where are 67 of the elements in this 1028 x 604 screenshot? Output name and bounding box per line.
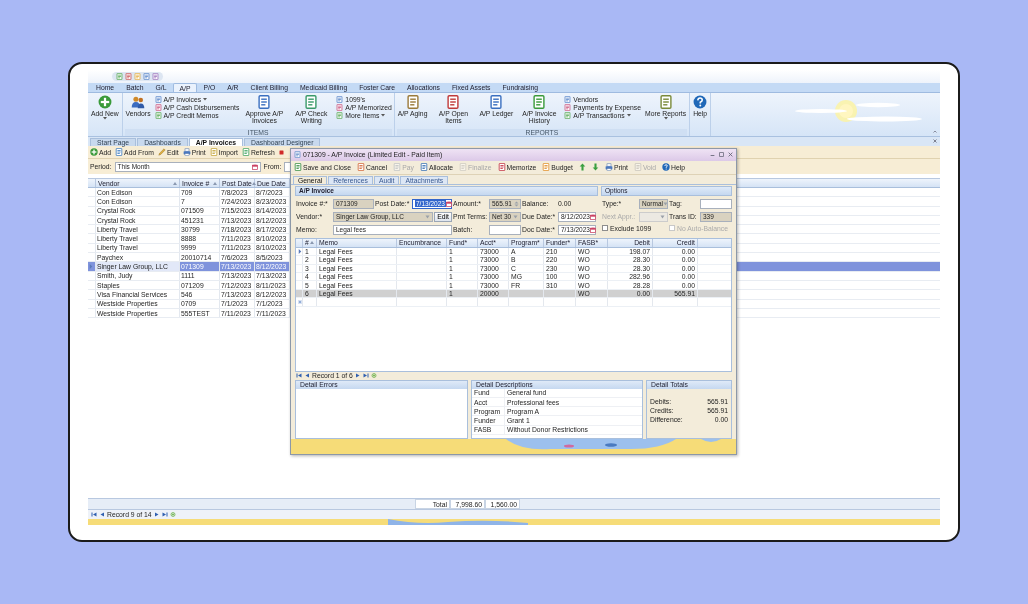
add-icon — [90, 148, 98, 156]
spin-icon[interactable] — [513, 200, 519, 207]
close-icon[interactable] — [933, 139, 937, 143]
sort-icon — [251, 181, 256, 185]
caret-icon — [626, 114, 631, 117]
pencil-icon — [157, 148, 166, 156]
input-field[interactable] — [700, 198, 732, 209]
document-icon — [658, 95, 673, 109]
document-icon — [633, 163, 642, 172]
printer-icon — [604, 163, 613, 172]
document-icon — [542, 163, 551, 172]
document-icon[interactable] — [152, 73, 159, 80]
document-icon — [257, 95, 272, 109]
checkbox[interactable] — [602, 225, 608, 232]
document-icon — [446, 95, 461, 109]
document-icon — [419, 163, 428, 172]
first-page-icon[interactable] — [296, 373, 302, 379]
down-arrow-icon[interactable] — [591, 163, 599, 172]
document-icon — [357, 163, 365, 172]
row-pointer-icon — [89, 264, 93, 269]
collapse-icon[interactable] — [933, 130, 937, 134]
document-icon — [294, 163, 302, 172]
document-icon — [294, 151, 301, 159]
dropdown-icon[interactable] — [513, 214, 518, 219]
caret-icon — [663, 117, 668, 121]
last-page-icon[interactable] — [161, 512, 168, 517]
document-icon — [489, 95, 504, 109]
calendar-icon[interactable] — [445, 200, 452, 207]
caret-icon — [381, 114, 386, 117]
calendar-icon[interactable] — [251, 163, 258, 170]
new-row-icon — [298, 299, 302, 304]
document-icon — [241, 148, 250, 156]
document-icon — [459, 163, 468, 172]
sort-icon — [310, 241, 314, 245]
document-icon[interactable] — [134, 73, 141, 80]
document-icon — [209, 148, 218, 156]
document-icon[interactable] — [125, 73, 132, 80]
calendar-icon[interactable] — [589, 213, 596, 220]
document-icon — [532, 95, 547, 109]
calendar-icon[interactable] — [589, 226, 596, 233]
row-pointer-icon — [298, 248, 302, 254]
minimize-icon[interactable] — [710, 152, 715, 158]
document-icon[interactable] — [116, 73, 123, 80]
next-icon[interactable] — [153, 512, 160, 517]
close-icon[interactable] — [728, 152, 733, 158]
sort-icon — [213, 181, 217, 185]
people-icon — [131, 95, 146, 109]
first-page-icon[interactable] — [91, 512, 97, 517]
help-icon — [693, 95, 708, 109]
dropdown-icon[interactable] — [425, 214, 431, 219]
printer-icon — [182, 148, 191, 156]
document-icon — [405, 95, 420, 109]
document-icon[interactable] — [143, 73, 150, 80]
caret-icon — [102, 117, 107, 121]
last-page-icon[interactable] — [362, 373, 369, 379]
document-icon — [304, 95, 319, 109]
maximize-icon[interactable] — [719, 152, 724, 158]
help-icon — [662, 163, 671, 172]
previous-icon[interactable] — [99, 512, 105, 517]
document-icon — [497, 163, 506, 172]
add-icon — [97, 95, 112, 109]
document-icon — [393, 163, 402, 172]
up-arrow-icon[interactable] — [578, 163, 586, 172]
input-field[interactable] — [489, 224, 521, 235]
document-icon — [115, 148, 124, 156]
caret-icon — [203, 98, 208, 101]
sort-icon — [173, 181, 177, 185]
